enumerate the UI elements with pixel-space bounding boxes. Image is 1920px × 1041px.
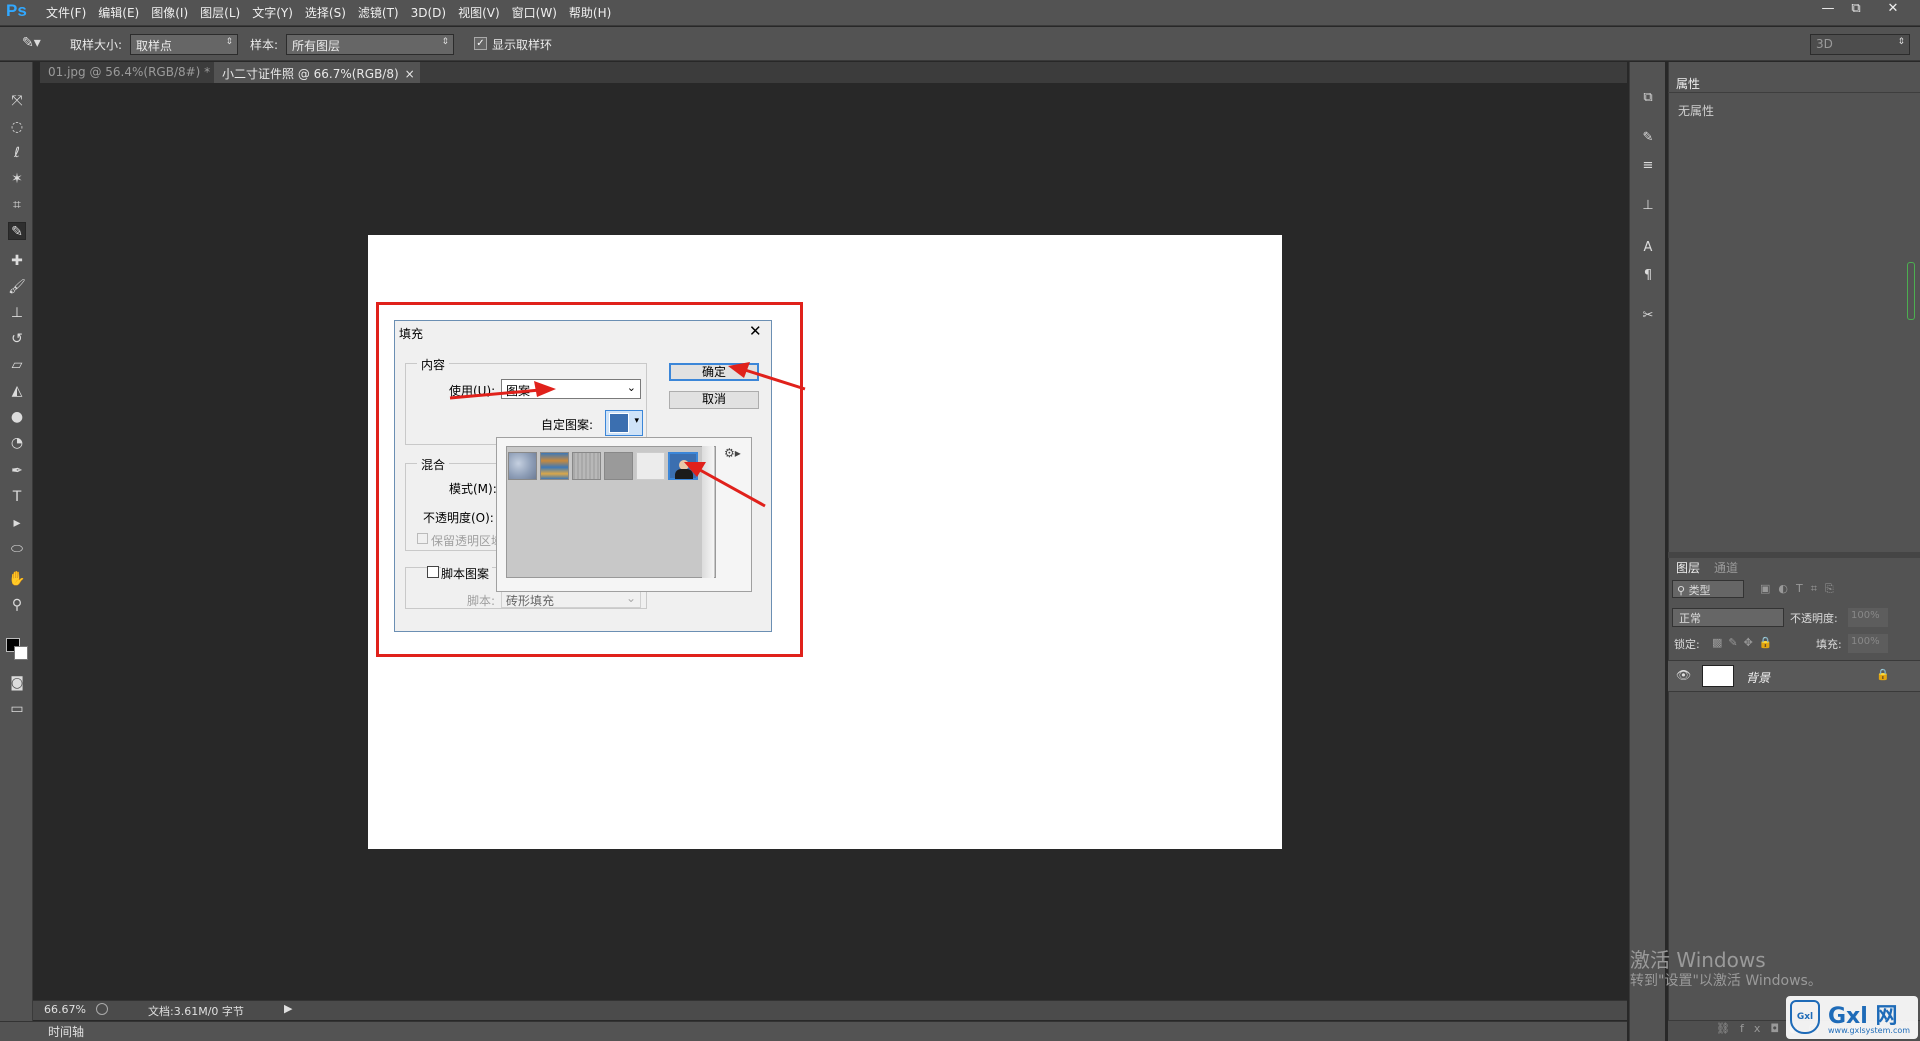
workspace-value: 3D (1816, 37, 1833, 51)
menu-3d[interactable]: 3D(D) (405, 0, 452, 26)
paint-bucket-icon[interactable]: ◭ (8, 382, 26, 400)
timeline-bar (0, 1021, 1627, 1041)
chevron-updown-icon: ⇕ (225, 37, 233, 47)
healing-brush-icon[interactable]: ✚ (8, 252, 26, 270)
history-icon[interactable]: ⧉ (1639, 90, 1657, 108)
lock-icon: 🔒 (1876, 668, 1890, 681)
document-size: 文档:3.61M/0 字节 (148, 1005, 244, 1018)
hand-icon[interactable]: ✋ (8, 570, 26, 588)
chevron-updown-icon: ⇕ (441, 37, 449, 47)
filter-kind-value: 类型 (1688, 584, 1711, 597)
restore-button[interactable]: ⧉ (1843, 0, 1869, 18)
layer-filter-select[interactable]: ⚲ 类型 (1672, 580, 1744, 598)
layer-name: 背景 (1746, 671, 1771, 685)
show-ring-checkbox[interactable]: ✓ (474, 37, 487, 50)
close-icon[interactable]: × (405, 67, 415, 81)
menu-image[interactable]: 图像(I) (145, 0, 194, 26)
properties-tab[interactable]: 属性 (1670, 74, 1707, 92)
channels-tab[interactable]: 通道 (1708, 558, 1744, 576)
menu-edit[interactable]: 编辑(E) (92, 0, 145, 26)
pen-icon[interactable]: ✒ (8, 462, 26, 480)
layer-filter-icons[interactable]: ▣◐T⌗⎘ (1760, 582, 1842, 596)
sample-size-value: 取样点 (136, 39, 173, 53)
shield-logo-icon: Gxl (1790, 1000, 1820, 1034)
magic-wand-icon[interactable]: ✶ (8, 170, 26, 188)
tab-01-jpg[interactable]: 01.jpg @ 56.4%(RGB/8#) *× (40, 62, 226, 83)
blend-mode-value: 正常 (1679, 612, 1701, 625)
fill-input[interactable]: 100% (1848, 634, 1888, 653)
menu-items: 文件(F) 编辑(E) 图像(I) 图层(L) 文字(Y) 选择(S) 滤镜(T… (40, 0, 617, 26)
menu-window[interactable]: 窗口(W) (506, 0, 563, 26)
no-properties-text: 无属性 (1678, 104, 1715, 118)
eraser-icon[interactable]: ▱ (8, 356, 26, 374)
sample-value: 所有图层 (292, 39, 341, 53)
menu-layer[interactable]: 图层(L) (194, 0, 246, 26)
marquee-icon[interactable]: ◌ (8, 118, 26, 136)
adjustments-icon[interactable]: ≡ (1639, 158, 1657, 176)
brush-preset-icon[interactable]: ✎ (1639, 130, 1657, 148)
zoom-level[interactable]: 66.67% (44, 1003, 86, 1016)
blur-icon[interactable]: ● (8, 408, 26, 426)
lock-icons[interactable]: ▩✎✥🔒 (1712, 636, 1779, 649)
sample-size-label: 取样大小: (70, 38, 123, 52)
workspace-select[interactable]: 3D ⇕ (1810, 34, 1910, 55)
eyedropper-preset-icon[interactable]: ✎▾ (22, 35, 54, 53)
opacity-label: 不透明度: (1790, 612, 1838, 625)
fill-label: 填充: (1816, 638, 1842, 651)
chevron-updown-icon: ⇕ (1897, 37, 1905, 47)
minimize-button[interactable]: — (1815, 0, 1841, 18)
crop-icon[interactable]: ⌗ (8, 196, 26, 214)
photoshop-logo: Ps (6, 1, 27, 20)
path-select-icon[interactable]: ▸ (8, 514, 26, 532)
history-brush-icon[interactable]: ↺ (8, 330, 26, 348)
layer-thumbnail (1702, 665, 1734, 687)
close-window-button[interactable]: ✕ (1880, 0, 1906, 18)
activation-watermark-title: 激活 Windows (1630, 948, 1766, 972)
layers-tab[interactable]: 图层 (1670, 558, 1706, 576)
tab-label: 小二寸证件照 @ 66.7%(RGB/8) (222, 67, 399, 81)
sample-size-select[interactable]: 取样点 ⇕ (130, 34, 238, 55)
properties-scrollbar[interactable] (1907, 262, 1915, 320)
status-bar (33, 1000, 1627, 1020)
tab-label: 01.jpg @ 56.4%(RGB/8#) * (48, 65, 211, 79)
type-icon[interactable]: T (8, 488, 26, 506)
sample-select[interactable]: 所有图层 ⇕ (286, 34, 454, 55)
dodge-icon[interactable]: ◔ (8, 434, 26, 452)
lasso-icon[interactable]: ℓ (8, 144, 26, 162)
eyedropper-icon[interactable]: ✎ (8, 222, 26, 240)
tool-presets-icon[interactable]: ✂ (1639, 308, 1657, 326)
site-url: www.gxlsystem.com (1828, 1026, 1911, 1035)
menu-file[interactable]: 文件(F) (40, 0, 92, 26)
clone-source-icon[interactable]: ⊥ (1639, 198, 1657, 216)
clone-stamp-icon[interactable]: ⊥ (8, 304, 26, 322)
character-icon[interactable]: A (1639, 240, 1657, 258)
eye-icon[interactable]: 👁 (1676, 668, 1691, 682)
show-ring-label: 显示取样环 (492, 38, 553, 52)
menu-help[interactable]: 帮助(H) (563, 0, 617, 26)
screen-mode-icon[interactable]: ▭ (8, 700, 26, 718)
menu-type[interactable]: 文字(Y) (246, 0, 299, 26)
activation-watermark-subtitle: 转到"设置"以激活 Windows。 (1630, 973, 1822, 989)
menu-filter[interactable]: 滤镜(T) (352, 0, 405, 26)
background-color-swatch[interactable] (14, 646, 28, 660)
tab-id-photo[interactable]: 小二寸证件照 @ 66.7%(RGB/8) × (214, 62, 420, 83)
opacity-input[interactable]: 100% (1848, 608, 1888, 627)
highlight-box (376, 302, 803, 657)
quick-mask-icon[interactable]: ◙ (8, 674, 26, 692)
brush-icon[interactable]: 🖌 (8, 278, 26, 296)
blend-mode-select[interactable]: 正常 (1672, 608, 1784, 627)
menu-view[interactable]: 视图(V) (452, 0, 506, 26)
menu-select[interactable]: 选择(S) (299, 0, 352, 26)
ellipse-icon[interactable]: ⬭ (8, 540, 26, 558)
sample-label: 样本: (250, 38, 279, 52)
status-info-icon[interactable] (96, 1003, 108, 1015)
site-watermark: Gxl Gxl 网 www.gxlsystem.com (1786, 996, 1918, 1039)
move-icon[interactable]: ⤧ (8, 92, 26, 110)
paragraph-icon[interactable]: ¶ (1639, 268, 1657, 286)
play-icon[interactable]: ▶ (284, 1002, 292, 1015)
divider (1668, 92, 1920, 93)
timeline-tab[interactable]: 时间轴 (48, 1023, 84, 1040)
lock-label: 锁定: (1674, 638, 1700, 651)
zoom-icon[interactable]: ⚲ (8, 596, 26, 614)
